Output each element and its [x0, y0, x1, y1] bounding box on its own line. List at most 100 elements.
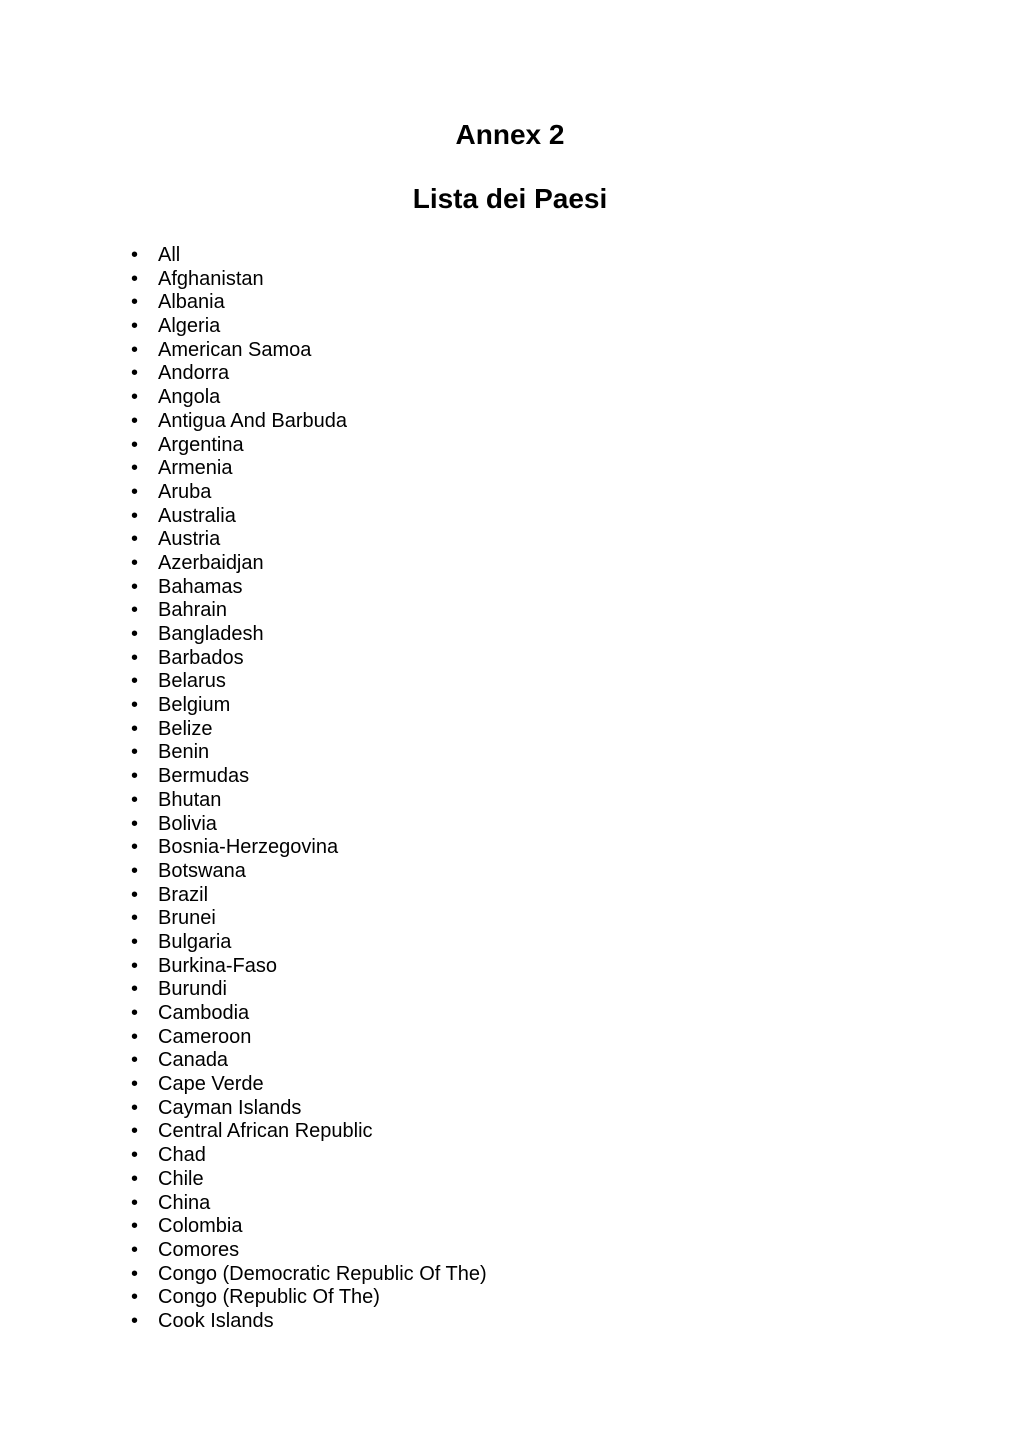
list-item: • Bahrain: [0, 599, 1020, 623]
country-name: Chile: [158, 1167, 204, 1190]
list-item: • Burundi: [0, 978, 1020, 1002]
bullet-icon: •: [131, 836, 139, 859]
bullet-icon: •: [131, 338, 139, 361]
country-name: Bulgaria: [158, 930, 232, 953]
bullet-icon: •: [131, 765, 139, 788]
list-item: • Botswana: [0, 860, 1020, 884]
bullet-icon: •: [131, 1262, 139, 1285]
country-list: • All • Afghanistan • Albania • Algeria • America…: [0, 216, 1020, 1334]
list-item: • Argentina: [0, 434, 1020, 458]
bullet-icon: •: [131, 1286, 139, 1309]
list-item: • Bahamas: [0, 576, 1020, 600]
bullet-icon: •: [131, 409, 139, 432]
bullet-icon: •: [131, 883, 139, 906]
list-item: • Chile: [0, 1168, 1020, 1192]
country-name: Bolivia: [158, 812, 217, 835]
bullet-icon: •: [131, 480, 139, 503]
list-item: • Armenia: [0, 457, 1020, 481]
bullet-icon: •: [131, 267, 139, 290]
list-item: • Colombia: [0, 1215, 1020, 1239]
list-item: • Bangladesh: [0, 623, 1020, 647]
country-name: Benin: [158, 741, 210, 764]
bullet-icon: •: [131, 1309, 139, 1332]
bullet-icon: •: [131, 504, 139, 527]
list-item: • Congo (Republic Of The): [0, 1286, 1020, 1310]
list-item: • Andorra: [0, 362, 1020, 386]
list-item: • Antigua And Barbuda: [0, 410, 1020, 434]
list-item: • China: [0, 1192, 1020, 1216]
bullet-icon: •: [131, 1049, 139, 1072]
title-block: Annex 2 Lista dei Paesi: [0, 0, 1020, 216]
country-name: Cameroon: [158, 1025, 252, 1048]
list-item: • Central African Republic: [0, 1120, 1020, 1144]
list-item: • Bermudas: [0, 765, 1020, 789]
bullet-icon: •: [131, 694, 139, 717]
list-item: • Chad: [0, 1144, 1020, 1168]
country-name: Belize: [158, 717, 213, 740]
country-name: Burkina-Faso: [158, 954, 277, 977]
bullet-icon: •: [131, 551, 139, 574]
bullet-icon: •: [131, 599, 139, 622]
list-item: • Belize: [0, 718, 1020, 742]
bullet-icon: •: [131, 1144, 139, 1167]
bullet-icon: •: [131, 291, 139, 314]
list-item: • Albania: [0, 291, 1020, 315]
list-item: • Burkina-Faso: [0, 955, 1020, 979]
bullet-icon: •: [131, 859, 139, 882]
country-name: Botswana: [158, 859, 246, 882]
bullet-icon: •: [131, 457, 139, 480]
list-item: • Cambodia: [0, 1002, 1020, 1026]
country-name: All: [158, 244, 181, 266]
country-name: Armenia: [158, 457, 233, 480]
country-name: Belgium: [158, 694, 231, 717]
list-item: • Belgium: [0, 694, 1020, 718]
country-name: Andorra: [158, 362, 230, 385]
list-item: • Algeria: [0, 315, 1020, 339]
country-name: Bahrain: [158, 599, 227, 622]
list-item: • Bolivia: [0, 813, 1020, 837]
country-name: Albania: [158, 291, 225, 314]
bullet-icon: •: [131, 741, 139, 764]
list-item: • American Samoa: [0, 339, 1020, 363]
country-name: Congo (Republic Of The): [158, 1286, 380, 1309]
bullet-icon: •: [131, 244, 139, 266]
country-name: Bermudas: [158, 765, 250, 788]
list-item: • Canada: [0, 1049, 1020, 1073]
country-name: Angola: [158, 386, 221, 409]
country-name: Bahamas: [158, 575, 243, 598]
list-item: • Brazil: [0, 884, 1020, 908]
country-name: Barbados: [158, 646, 244, 669]
list-item: • Bosnia-Herzegovina: [0, 836, 1020, 860]
bullet-icon: •: [131, 717, 139, 740]
country-name: Brunei: [158, 907, 216, 930]
country-name: Algeria: [158, 315, 221, 338]
list-item: • Cook Islands: [0, 1310, 1020, 1334]
country-name: Colombia: [158, 1215, 243, 1238]
document-body: Annex 2 Lista dei Paesi • All • Afghanistan…: [0, 0, 1020, 1334]
bullet-icon: •: [131, 1025, 139, 1048]
country-name: Aruba: [158, 480, 212, 503]
bullet-icon: •: [131, 978, 139, 1001]
page-title: Annex 2: [455, 119, 565, 150]
list-item: • Aruba: [0, 481, 1020, 505]
bullet-icon: •: [131, 930, 139, 953]
bullet-icon: •: [131, 315, 139, 338]
list-item: • Angola: [0, 386, 1020, 410]
list-item: • All: [0, 244, 1020, 268]
list-item: • Australia: [0, 505, 1020, 529]
list-item: • Barbados: [0, 647, 1020, 671]
bullet-icon: •: [131, 1167, 139, 1190]
list-item: • Comores: [0, 1239, 1020, 1263]
country-name: American Samoa: [158, 338, 312, 361]
bullet-icon: •: [131, 1002, 139, 1024]
country-name: Belarus: [158, 670, 226, 693]
country-name: Congo (Democratic Republic Of The): [158, 1262, 487, 1285]
list-item: • Cameroon: [0, 1026, 1020, 1050]
bullet-icon: •: [131, 1191, 139, 1214]
country-name: Antigua And Barbuda: [158, 409, 348, 432]
country-name: Cape Verde: [158, 1073, 264, 1096]
bullet-icon: •: [131, 1215, 139, 1238]
country-name: Australia: [158, 504, 236, 527]
list-item: • Congo (Democratic Republic Of The): [0, 1263, 1020, 1287]
bullet-icon: •: [131, 1096, 139, 1119]
